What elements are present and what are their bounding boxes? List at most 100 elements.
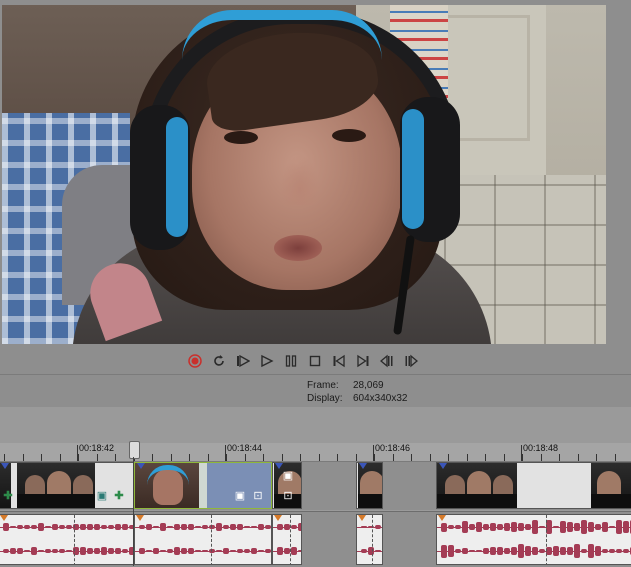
record-button[interactable] [185,352,205,370]
crop-icon[interactable]: ▣ [281,470,295,482]
audio-waveform-peak [195,525,201,529]
crop-icon[interactable]: ▣ [95,490,109,502]
audio-waveform-peak [265,525,271,529]
audio-waveform-peak [518,523,524,531]
ruler-tick [60,454,61,461]
audio-waveform-peak [52,524,58,530]
play-from-start-button[interactable] [233,352,253,370]
video-clip[interactable] [356,462,383,509]
audio-clip[interactable] [356,514,383,565]
preview-info-bar: Frame: 28,069 Display: 604x340x32 [0,374,631,408]
audio-waveform-peak [595,524,601,530]
audio-clip[interactable] [436,514,631,565]
audio-waveform-peak [567,522,573,532]
video-preview-panel [0,0,631,349]
audio-waveform-peak [595,546,601,556]
ruler-tick [152,454,153,461]
audio-waveform-peak [560,521,566,533]
go-to-end-button[interactable] [353,352,373,370]
ruler-tick [189,454,190,461]
audio-waveform-peak [469,524,475,530]
audio-waveform-peak [476,550,482,552]
audio-waveform-peak [277,523,283,531]
event-fx-icon[interactable]: ✚ [1,490,15,502]
display-label: Display: [307,393,343,404]
audio-waveform-peak [244,548,250,554]
playhead-handle[interactable] [129,441,140,459]
fade-handle-icon[interactable] [439,463,447,469]
play-from-start-icon [237,354,250,368]
ruler-label: 00:18:44 [227,443,263,453]
audio-waveform-peak [10,548,16,554]
audio-waveform-peak [623,521,629,533]
video-clip[interactable]: ▣ ⊡ [272,462,302,509]
ruler-tick [226,454,227,461]
fade-handle-icon[interactable] [274,515,282,521]
ruler-tick [504,454,505,461]
audio-waveform-peak [195,550,201,552]
audio-waveform-peak [153,548,159,554]
loop-playback-button[interactable] [209,352,229,370]
audio-waveform-peak [490,547,496,555]
audio-waveform-peak [277,547,283,555]
play-button[interactable] [257,352,277,370]
video-clip[interactable]: ▣ ✚ ✚ [0,462,134,509]
previous-frame-icon [380,354,393,368]
audio-waveform-peak [38,549,44,553]
display-value: 604x340x32 [353,393,408,404]
ruler-label: 00:18:42 [79,443,115,453]
pan-crop-icon[interactable]: ⊡ [281,490,295,502]
video-clip-active[interactable]: ▣ ⊡ [134,462,272,509]
audio-waveform-peak [80,547,86,555]
fade-handle-icon[interactable] [358,515,366,521]
audio-waveform-peak [10,525,16,529]
fade-handle-icon[interactable] [0,515,8,521]
audio-waveform-peak [490,523,496,531]
fade-handle-icon[interactable] [359,463,367,469]
audio-waveform-peak [616,549,622,553]
video-track[interactable]: ▣ ✚ ✚ ▣ ⊡ ▣ ⊡ [0,462,631,510]
audio-waveform-peak [108,524,114,530]
clip-split-guide [546,515,547,564]
audio-waveform-peak [375,524,381,530]
event-fx-icon[interactable]: ✚ [112,490,126,502]
fade-handle-icon[interactable] [136,515,144,521]
ruler-label: 00:18:48 [523,443,559,453]
audio-waveform-peak [483,548,489,554]
ruler-tick [485,454,486,461]
pan-crop-icon[interactable]: ⊡ [251,490,265,502]
clip-split-guide [74,515,75,564]
ruler-tick [578,454,579,461]
audio-waveform-peak [94,523,100,531]
crop-icon[interactable]: ▣ [233,490,247,502]
timeline-panel[interactable]: 00:18:42 00:18:44 00:18:46 00:18:48 ▣ ✚ … [0,407,631,567]
go-to-start-button[interactable] [329,352,349,370]
fade-handle-icon[interactable] [1,463,9,469]
audio-waveform-peak [45,548,51,554]
audio-waveform-peak [581,549,587,553]
audio-waveform-peak [511,547,517,555]
time-ruler[interactable]: 00:18:42 00:18:44 00:18:46 00:18:48 [0,443,631,462]
audio-waveform-peak [108,547,114,555]
video-clip[interactable] [436,462,631,509]
preview-headset-pad [402,109,424,229]
pause-button[interactable] [281,352,301,370]
audio-waveform-peak [518,544,524,558]
stop-button[interactable] [305,352,325,370]
fade-handle-icon[interactable] [137,463,145,469]
fade-handle-icon[interactable] [438,515,446,521]
previous-frame-button[interactable] [377,352,397,370]
audio-waveform-peak [251,526,257,528]
audio-clip[interactable] [134,514,272,565]
audio-waveform-peak [448,545,454,557]
audio-waveform-peak [209,549,215,553]
audio-clip[interactable] [0,514,134,565]
next-frame-button[interactable] [401,352,421,370]
preview-headset-cup-left [130,105,190,250]
audio-track[interactable] [0,511,631,567]
fade-handle-icon[interactable] [275,463,283,469]
audio-clip[interactable] [272,514,302,565]
preview-frame [2,5,606,344]
audio-waveform-peak [167,525,173,529]
audio-waveform-peak [202,549,208,553]
